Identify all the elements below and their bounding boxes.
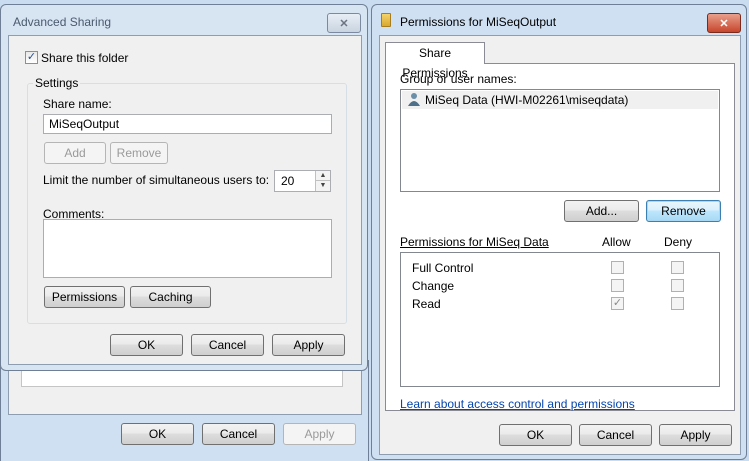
folder-icon <box>381 13 391 27</box>
remove-button: Remove <box>110 142 168 164</box>
share-folder-label: Share this folder <box>41 51 129 65</box>
deny-checkbox <box>671 297 684 310</box>
add-button: Add <box>44 142 106 164</box>
advanced-sharing-dialog: Advanced Sharing ✕ ✓ Share this folder S… <box>0 4 368 371</box>
limit-users-stepper[interactable]: 20 ▲ ▼ <box>274 170 331 192</box>
stepper-down-icon[interactable]: ▼ <box>315 181 330 191</box>
allow-header: Allow <box>602 235 631 249</box>
deny-checkbox <box>671 279 684 292</box>
permission-name: Full Control <box>412 261 474 275</box>
close-icon[interactable]: ✕ <box>327 13 361 33</box>
user-name: MiSeq Data (HWI-M02261\miseqdata) <box>425 93 629 107</box>
ok-button[interactable]: OK <box>499 424 572 446</box>
tab-share-permissions-label: Share Permissions <box>402 46 468 80</box>
advanced-sharing-title: Advanced Sharing <box>13 15 112 29</box>
share-name-label: Share name: <box>43 97 112 111</box>
stepper-up-icon[interactable]: ▲ <box>315 171 330 181</box>
list-item[interactable]: MiSeq Data (HWI-M02261\miseqdata) <box>402 91 718 109</box>
ok-button[interactable]: OK <box>110 334 183 356</box>
permissions-list: Full Control Change Read ✓ <box>400 252 720 387</box>
permission-name: Read <box>412 297 441 311</box>
permissions-title: Permissions for MiSeqOutput <box>400 15 557 29</box>
share-name-input[interactable]: MiSeqOutput <box>43 114 332 134</box>
allow-checkbox-checked: ✓ <box>611 297 624 310</box>
learn-access-control-link[interactable]: Learn about access control and permissio… <box>400 397 635 411</box>
permissions-dialog: Permissions for MiSeqOutput ✕ Share Perm… <box>371 4 747 460</box>
permissions-header: Permissions for MiSeq Data <box>400 235 549 249</box>
deny-header: Deny <box>664 235 693 249</box>
allow-checkbox <box>611 279 624 292</box>
cancel-button[interactable]: Cancel <box>579 424 652 446</box>
add-user-button[interactable]: Add... <box>564 200 639 222</box>
settings-group-label: Settings <box>33 76 81 90</box>
background-ok-button[interactable]: OK <box>121 423 194 445</box>
allow-checkbox <box>611 261 624 274</box>
cancel-button[interactable]: Cancel <box>191 334 264 356</box>
advanced-sharing-client: ✓ Share this folder Settings Share name:… <box>8 35 362 365</box>
close-icon[interactable]: ✕ <box>707 13 741 33</box>
apply-button[interactable]: Apply <box>272 334 345 356</box>
limit-users-label: Limit the number of simultaneous users t… <box>43 173 270 187</box>
comments-textarea[interactable] <box>43 219 332 278</box>
permissions-client: Share Permissions Group or user names: M… <box>379 35 741 455</box>
user-icon <box>408 93 420 106</box>
permissions-titlebar[interactable]: Permissions for MiSeqOutput ✕ <box>372 5 746 33</box>
share-folder-checkbox[interactable]: ✓ <box>25 51 38 64</box>
permission-name: Change <box>412 279 455 293</box>
share-name-value: MiSeqOutput <box>49 117 120 131</box>
remove-user-button-label: Remove <box>661 204 706 218</box>
add-user-button-label: Add... <box>585 204 618 218</box>
deny-checkbox <box>671 261 684 274</box>
apply-button[interactable]: Apply <box>659 424 732 446</box>
background-cancel-button[interactable]: Cancel <box>202 423 275 445</box>
background-properties-dialog: OK Cancel Apply <box>0 360 369 461</box>
tab-share-permissions[interactable]: Share Permissions <box>385 42 485 80</box>
remove-user-button[interactable]: Remove <box>646 200 721 222</box>
background-apply-button: Apply <box>283 423 356 445</box>
permissions-button[interactable]: Permissions <box>44 286 125 308</box>
limit-users-value: 20 <box>281 174 295 188</box>
users-listbox[interactable]: MiSeq Data (HWI-M02261\miseqdata) <box>400 89 720 192</box>
caching-button[interactable]: Caching <box>130 286 211 308</box>
advanced-sharing-titlebar[interactable]: Advanced Sharing ✕ <box>1 5 367 33</box>
